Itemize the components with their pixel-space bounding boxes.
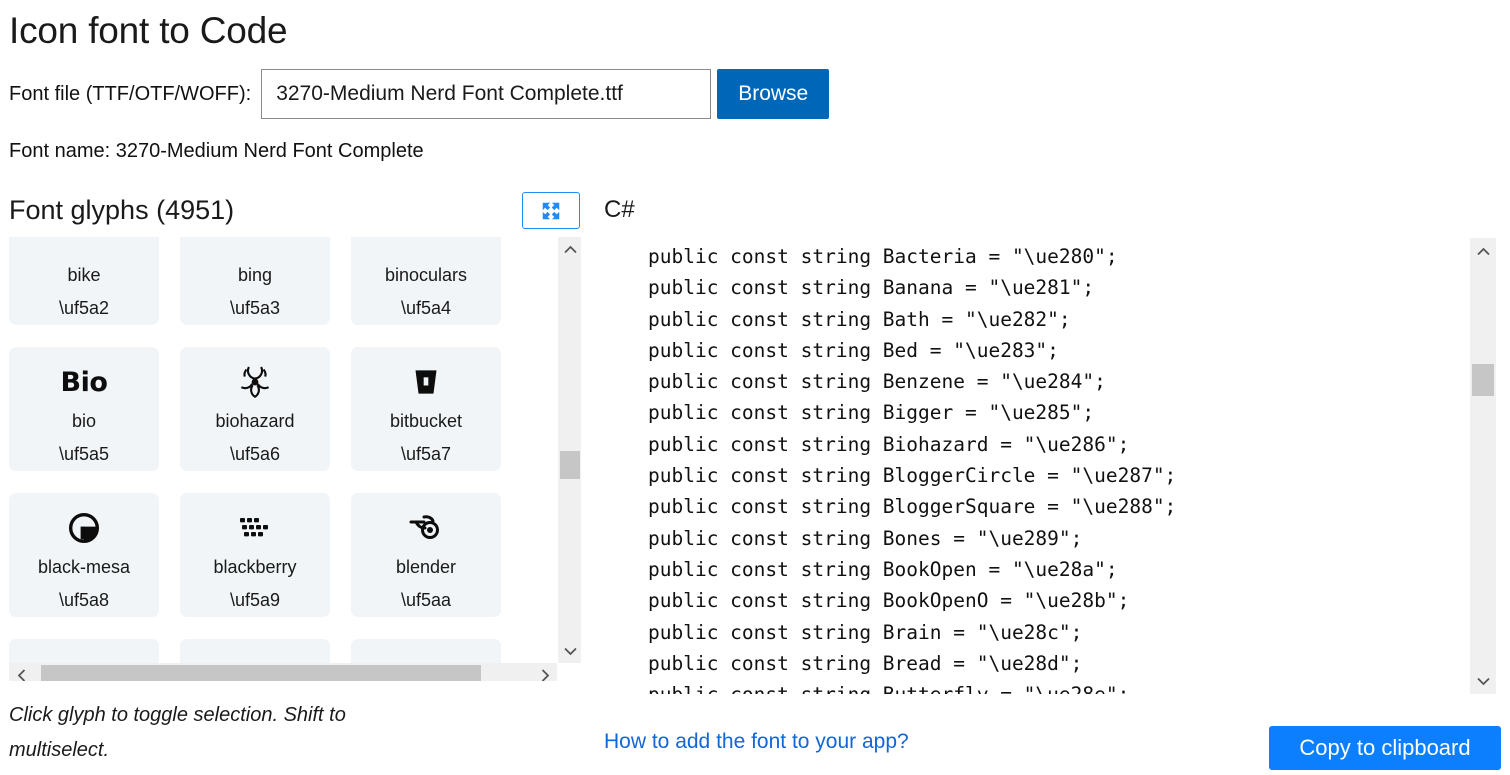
chevron-up-icon[interactable] xyxy=(558,237,581,261)
bing-icon xyxy=(180,237,330,261)
glyph-name: bitbucket xyxy=(389,411,463,431)
chevron-left-icon[interactable] xyxy=(9,663,33,681)
code-viewport: public const string Bacteria = "\ue280";… xyxy=(604,238,1470,694)
font-file-row: Font file (TTF/OTF/WOFF): Browse xyxy=(9,68,830,120)
glyph-code: \uf5a7 xyxy=(400,444,452,464)
glyph-vertical-scrollbar[interactable] xyxy=(557,237,581,663)
code-vertical-scroll-thumb[interactable] xyxy=(1472,364,1494,396)
app-root: Icon font to Code Font file (TTF/OTF/WOF… xyxy=(0,0,1510,775)
font-file-label: Font file (TTF/OTF/WOFF): xyxy=(9,83,252,105)
glyph-name: blackberry xyxy=(213,557,297,577)
glyph-name: bio xyxy=(71,411,97,431)
glyph-grid: bike \uf5a2 bing \uf5a3 binoculars \uf5a… xyxy=(9,237,501,663)
code-language-label: C# xyxy=(604,196,635,223)
glyph-card[interactable]: Bio bio \uf5a5 xyxy=(9,347,159,471)
chevron-right-icon[interactable] xyxy=(533,663,557,681)
font-name-text: Font name: 3270-Medium Nerd Font Complet… xyxy=(9,140,424,162)
glyph-code: \uf5a8 xyxy=(58,590,110,610)
glyph-browser-panel: bike \uf5a2 bing \uf5a3 binoculars \uf5a… xyxy=(9,237,581,681)
how-to-add-font-link[interactable]: How to add the font to your app? xyxy=(604,728,909,756)
glyph-card[interactable]: bitbucket \uf5a7 xyxy=(351,347,501,471)
glyph-name: binoculars xyxy=(384,265,468,285)
code-output-panel: public const string Bacteria = "\ue280";… xyxy=(604,238,1510,694)
glyph-code: \uf5a3 xyxy=(229,298,281,318)
glyph-name: bike xyxy=(67,265,101,285)
copy-to-clipboard-button[interactable]: Copy to clipboard xyxy=(1269,726,1501,770)
code-text[interactable]: public const string Bacteria = "\ue280";… xyxy=(604,238,1176,694)
font-file-input[interactable] xyxy=(261,69,712,119)
glyph-grid-viewport: bike \uf5a2 bing \uf5a3 binoculars \uf5a… xyxy=(9,237,557,663)
browse-button[interactable]: Browse xyxy=(717,69,830,119)
glyph-name: black-mesa xyxy=(37,557,131,577)
glyph-code: \uf5aa xyxy=(400,590,452,610)
code-vertical-scrollbar[interactable] xyxy=(1470,238,1496,694)
glyph-selection-hint: Click glyph to toggle selection. Shift t… xyxy=(9,704,346,761)
glyph-card[interactable]: bike \uf5a2 xyxy=(9,237,159,325)
expand-arrows-icon-button[interactable] xyxy=(522,192,580,229)
chevron-down-icon[interactable] xyxy=(1470,668,1496,694)
black-mesa-icon xyxy=(9,503,159,553)
biohazard-icon xyxy=(180,357,330,407)
glyph-card[interactable]: blackberry \uf5a9 xyxy=(180,493,330,617)
glyph-horizontal-scrollbar[interactable] xyxy=(9,663,557,681)
glyph-card[interactable] xyxy=(180,639,330,663)
chevron-up-icon[interactable] xyxy=(1470,238,1496,264)
glyph-code: \uf5a9 xyxy=(229,590,281,610)
blackberry-icon xyxy=(180,503,330,553)
glyph-code: \uf5a5 xyxy=(58,444,110,464)
glyph-horizontal-scroll-thumb[interactable] xyxy=(41,665,481,681)
glyph-code: \uf5a6 xyxy=(229,444,281,464)
bitbucket-icon xyxy=(351,357,501,407)
expand-arrows-icon xyxy=(540,200,562,222)
glyph-name: biohazard xyxy=(215,411,295,431)
glyph-card[interactable]: black-mesa \uf5a8 xyxy=(9,493,159,617)
font-glyphs-heading: Font glyphs (4951) xyxy=(9,195,235,225)
glyph-card[interactable] xyxy=(9,639,159,663)
glyph-name: bing xyxy=(237,265,273,285)
glyph-card[interactable] xyxy=(351,639,501,663)
chevron-down-icon[interactable] xyxy=(558,639,581,663)
bio-icon: Bio xyxy=(60,366,108,398)
page-title: Icon font to Code xyxy=(9,10,288,51)
glyph-code: \uf5a2 xyxy=(58,298,110,318)
glyph-card[interactable]: bing \uf5a3 xyxy=(180,237,330,325)
glyph-card[interactable]: biohazard \uf5a6 xyxy=(180,347,330,471)
blender-icon xyxy=(351,503,501,553)
glyph-vertical-scroll-thumb[interactable] xyxy=(560,451,580,479)
glyph-card[interactable]: blender \uf5aa xyxy=(351,493,501,617)
glyph-name: blender xyxy=(395,557,457,577)
glyph-code: \uf5a4 xyxy=(400,298,452,318)
glyph-card[interactable]: binoculars \uf5a4 xyxy=(351,237,501,325)
binoculars-icon xyxy=(351,237,501,261)
bike-icon xyxy=(9,237,159,261)
